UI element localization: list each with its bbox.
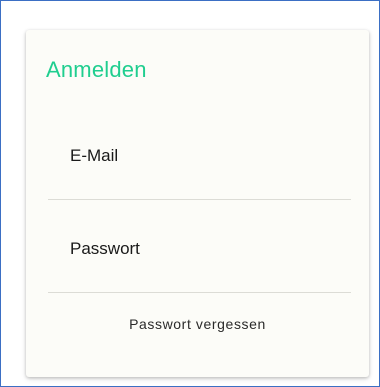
- forgot-password-link[interactable]: Passwort vergessen: [26, 316, 369, 332]
- login-card: Anmelden E-Mail Passwort Passwort verges…: [26, 30, 369, 377]
- password-field[interactable]: Passwort: [48, 233, 351, 293]
- login-title: Anmelden: [46, 57, 147, 82]
- email-field[interactable]: E-Mail: [48, 140, 351, 200]
- email-field-label: E-Mail: [70, 146, 119, 165]
- password-field-label: Passwort: [70, 239, 140, 258]
